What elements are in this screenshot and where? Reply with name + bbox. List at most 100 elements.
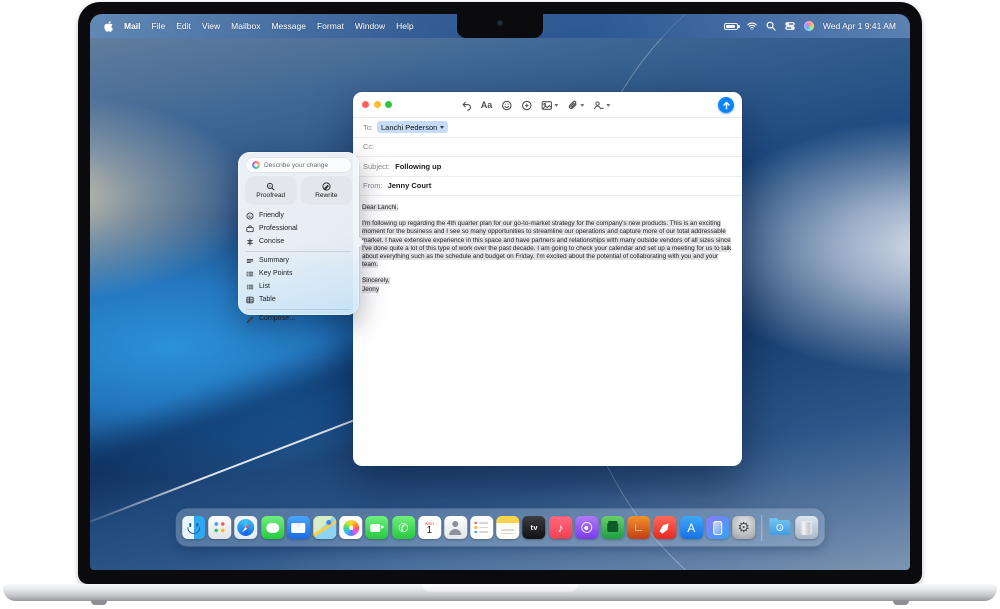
- to-recipient-token[interactable]: Lanchi Pederson: [377, 121, 448, 133]
- chevron-down-icon: [606, 104, 610, 107]
- dock-game-rocket-icon[interactable]: [654, 516, 677, 539]
- friendly-option[interactable]: Friendly: [246, 209, 351, 222]
- dock-phone-icon[interactable]: ✆: [392, 516, 415, 539]
- writing-tools-panel: Describe your change Proofread Rewrite F…: [238, 152, 359, 315]
- menu-view[interactable]: View: [202, 21, 220, 31]
- laptop-foot: [91, 600, 107, 605]
- laptop-lid-scoop: [420, 584, 580, 593]
- mail-compose-window: Aa: [353, 92, 742, 466]
- camera-icon: [498, 21, 502, 25]
- dock-tv-icon[interactable]: tv: [523, 516, 546, 539]
- dock-contacts-icon[interactable]: [444, 516, 467, 539]
- to-label: To:: [363, 123, 373, 132]
- spotlight-search-icon[interactable]: [766, 21, 776, 31]
- dock-game-green-icon[interactable]: [601, 516, 624, 539]
- dock-podcasts-icon[interactable]: [575, 516, 598, 539]
- window-titlebar: Aa: [353, 92, 742, 118]
- zoom-button[interactable]: [385, 101, 392, 108]
- menu-file[interactable]: File: [152, 21, 166, 31]
- cc-field-row[interactable]: Cc:: [353, 138, 742, 158]
- laptop-base: [3, 584, 997, 601]
- dock-trash-icon[interactable]: [795, 516, 818, 539]
- emoji-icon[interactable]: [501, 100, 512, 111]
- wifi-icon[interactable]: [747, 21, 757, 31]
- table-grid-icon: [246, 296, 254, 304]
- briefcase-icon: [246, 225, 254, 233]
- dock-photos-icon[interactable]: [339, 516, 362, 539]
- body-salutation: Dear Lanchi,: [362, 204, 398, 211]
- signature-icon[interactable]: [593, 100, 610, 111]
- subject-field-row[interactable]: Subject: Following up: [353, 157, 742, 177]
- list-option[interactable]: List: [246, 280, 351, 293]
- cc-label: Cc:: [363, 142, 374, 151]
- professional-option[interactable]: Professional: [246, 222, 351, 235]
- menu-bar-clock[interactable]: Wed Apr 1 9:41 AM: [823, 21, 896, 31]
- dock-notes-icon[interactable]: [497, 516, 520, 539]
- desktop: Mail File Edit View Mailbox Message Form…: [90, 14, 910, 570]
- control-center-icon[interactable]: [785, 21, 795, 31]
- menu-edit[interactable]: Edit: [176, 21, 191, 31]
- dock-downloads-folder-icon[interactable]: ↓: [769, 516, 792, 539]
- key-points-option[interactable]: Key Points: [246, 267, 351, 280]
- macbook-mockup: Mail File Edit View Mailbox Message Form…: [0, 0, 1000, 609]
- dock-mail-icon[interactable]: [287, 516, 310, 539]
- menu-help[interactable]: Help: [396, 21, 413, 31]
- smiley-icon: [246, 212, 254, 220]
- compose-option[interactable]: Compose…: [246, 312, 351, 325]
- format-text-icon[interactable]: Aa: [481, 100, 493, 110]
- menu-bar-left: Mail File Edit View Mailbox Message Form…: [104, 21, 414, 32]
- pencil-circle-icon: [322, 182, 331, 191]
- dock-music-icon[interactable]: ♪: [549, 516, 572, 539]
- body-closing: Sincerely,: [362, 277, 390, 284]
- body-signature: Jenny: [362, 286, 379, 293]
- subject-label: Subject:: [363, 162, 390, 171]
- compose-pencil-icon: [246, 315, 254, 323]
- dock-maps-icon[interactable]: [313, 516, 336, 539]
- menu-mailbox[interactable]: Mailbox: [231, 21, 260, 31]
- message-body[interactable]: Dear Lanchi, I'm following up regarding …: [353, 196, 742, 302]
- siri-apple-intelligence-icon[interactable]: [804, 21, 814, 31]
- apple-menu-icon[interactable]: [104, 21, 113, 32]
- battery-icon[interactable]: [724, 23, 738, 30]
- magnifier-sparkle-icon: [266, 182, 275, 191]
- body-paragraph: I'm following up regarding the 4th quart…: [362, 220, 731, 268]
- chevron-down-icon: [580, 104, 584, 107]
- camera-notch: [457, 14, 543, 38]
- summary-lines-icon: [246, 257, 254, 265]
- summary-option[interactable]: Summary: [246, 254, 351, 267]
- menu-window[interactable]: Window: [355, 21, 385, 31]
- minimize-button[interactable]: [374, 101, 381, 108]
- key-points-list-icon: [246, 270, 254, 278]
- concise-option[interactable]: Concise: [246, 235, 351, 248]
- dock-reminders-icon[interactable]: [470, 516, 493, 539]
- dock-launchpad-icon[interactable]: [208, 516, 231, 539]
- proofread-button[interactable]: Proofread: [246, 177, 296, 204]
- compose-toolbar: Aa: [461, 92, 611, 118]
- chevron-down-icon: [554, 104, 558, 107]
- dock-game-orange-icon[interactable]: ∟: [627, 516, 650, 539]
- dock-system-settings-icon[interactable]: ⚙: [732, 516, 755, 539]
- attachment-icon[interactable]: [567, 100, 584, 111]
- table-option[interactable]: Table: [246, 293, 351, 306]
- dock-calendar-icon[interactable]: WED1: [418, 516, 441, 539]
- to-field-row[interactable]: To: Lanchi Pederson: [353, 118, 742, 138]
- chevron-down-icon: [440, 126, 444, 129]
- dock-finder-icon[interactable]: [182, 516, 205, 539]
- media-browser-icon[interactable]: [541, 100, 558, 111]
- dock: ✆ WED1 tv ♪ ∟ A ⚙ ↓: [176, 509, 824, 546]
- from-field-row[interactable]: From: Jenny Court: [353, 177, 742, 197]
- menu-format[interactable]: Format: [317, 21, 344, 31]
- rewrite-button[interactable]: Rewrite: [302, 177, 352, 204]
- send-button[interactable]: [718, 97, 734, 113]
- menu-mail[interactable]: Mail: [124, 21, 141, 31]
- dock-safari-icon[interactable]: [235, 516, 258, 539]
- dock-messages-icon[interactable]: [261, 516, 284, 539]
- dock-iphone-mirroring-icon[interactable]: [706, 516, 729, 539]
- dock-app-store-icon[interactable]: A: [680, 516, 703, 539]
- dock-facetime-icon[interactable]: [366, 516, 389, 539]
- close-button[interactable]: [362, 101, 369, 108]
- menu-message[interactable]: Message: [271, 21, 306, 31]
- undo-icon[interactable]: [461, 100, 472, 111]
- describe-change-input[interactable]: Describe your change: [246, 158, 351, 172]
- writing-tools-icon[interactable]: [521, 100, 532, 111]
